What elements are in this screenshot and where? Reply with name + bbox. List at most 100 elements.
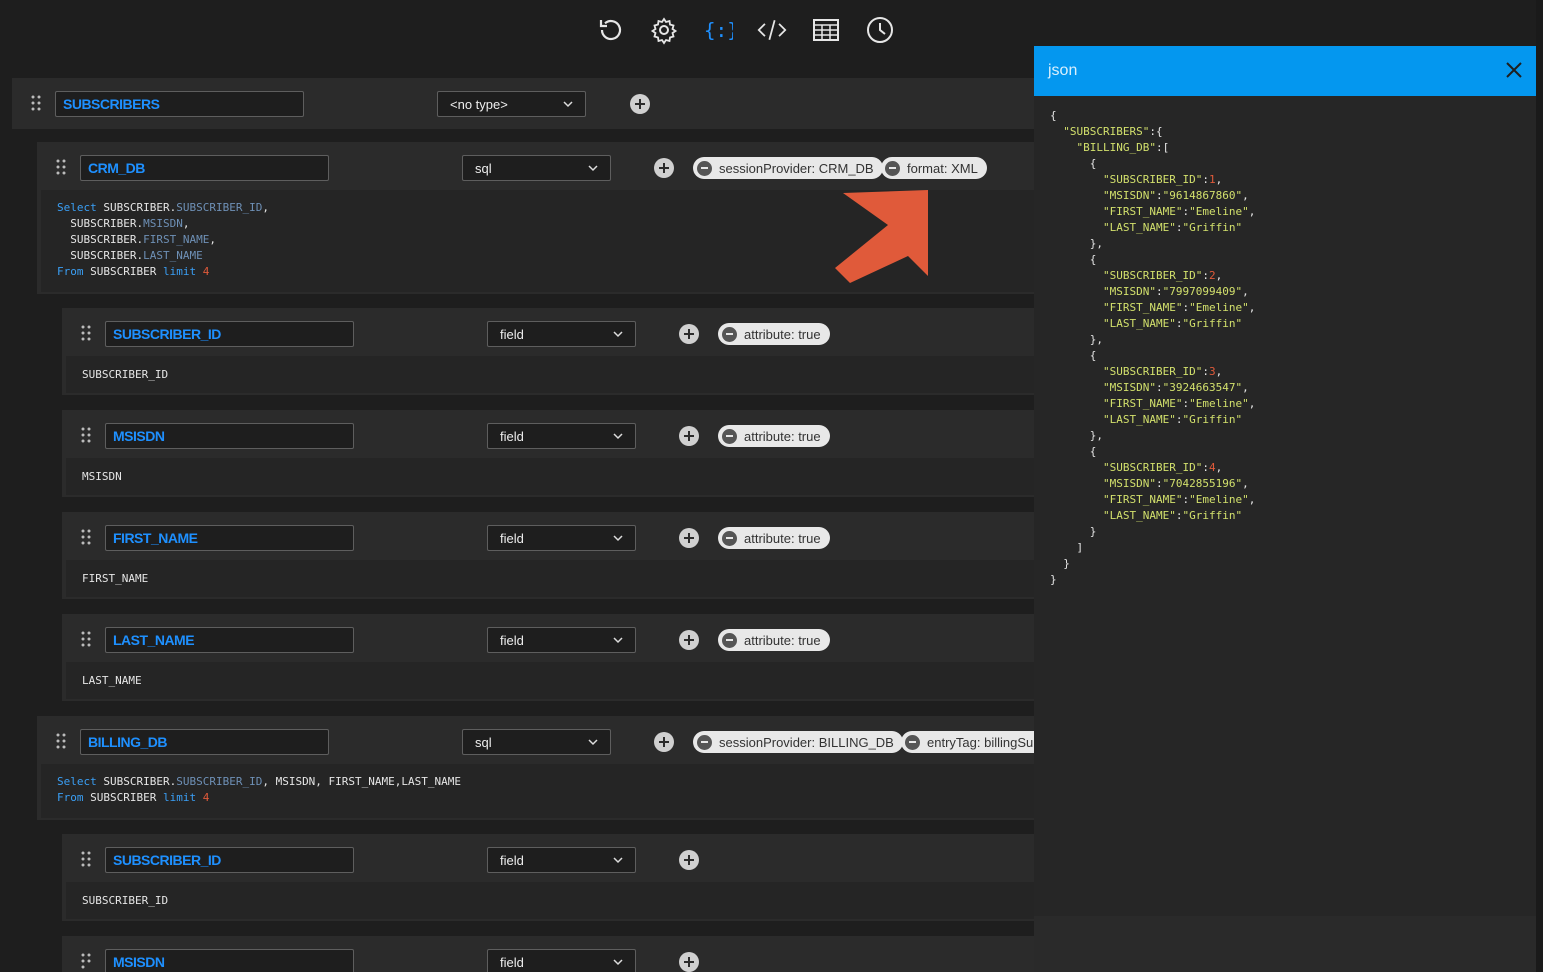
property-chip[interactable]: format: XML (881, 157, 987, 179)
property-chip[interactable]: entryTag: billingSub (901, 731, 1041, 753)
drag-handle-icon[interactable] (80, 325, 92, 341)
node-type-select[interactable]: field (487, 525, 636, 551)
drag-handle-icon[interactable] (80, 851, 92, 867)
json-view-button[interactable]: {:} (698, 10, 738, 50)
field-editor[interactable]: FIRST_NAME (66, 560, 1034, 597)
node-name-input[interactable]: SUBSCRIBERS (55, 91, 304, 117)
json-panel-footer (1034, 916, 1536, 972)
drag-handle-icon[interactable] (30, 95, 42, 111)
chevron-down-icon (613, 331, 623, 338)
node-type-select[interactable]: field (487, 321, 636, 347)
property-chip[interactable]: attribute: true (718, 629, 830, 651)
field-code: MSISDN (82, 470, 122, 483)
remove-chip-icon[interactable] (722, 326, 737, 342)
field-code: LAST_NAME (82, 674, 142, 687)
root-node: SUBSCRIBERS <no type> (12, 78, 1034, 129)
field-editor[interactable]: SUBSCRIBER_ID (66, 882, 1034, 919)
history-button[interactable] (860, 10, 900, 50)
chevron-down-icon (613, 959, 623, 966)
node-name-input[interactable]: BILLING_DB (80, 729, 329, 755)
drag-handle-icon[interactable] (80, 427, 92, 443)
field-node-msisdn: MSISDN field attribute: true MSISDN (62, 410, 1034, 497)
field-code: SUBSCRIBER_ID (82, 894, 169, 907)
remove-chip-icon[interactable] (905, 734, 920, 750)
table-icon (813, 19, 839, 41)
chip-label: attribute: true (744, 530, 821, 546)
table-view-button[interactable] (806, 10, 846, 50)
property-chip[interactable]: attribute: true (718, 425, 830, 447)
add-property-button[interactable] (654, 732, 674, 752)
property-chip[interactable]: sessionProvider: BILLING_DB (693, 731, 903, 753)
remove-chip-icon[interactable] (885, 160, 900, 176)
node-type-select[interactable]: <no type> (437, 91, 586, 117)
field-code: SUBSCRIBER_ID (82, 368, 169, 381)
code-icon (757, 20, 787, 40)
drag-handle-icon[interactable] (80, 631, 92, 647)
refresh-button[interactable] (590, 10, 630, 50)
node-type-select[interactable]: field (487, 949, 636, 972)
drag-handle-icon[interactable] (55, 733, 67, 749)
field-editor[interactable]: SUBSCRIBER_ID (66, 356, 1034, 393)
node-type-value: field (500, 853, 524, 868)
chip-label: entryTag: billingSub (927, 734, 1041, 750)
remove-chip-icon[interactable] (722, 632, 737, 648)
add-property-button[interactable] (679, 324, 699, 344)
node-type-select[interactable]: sql (462, 729, 611, 755)
history-icon (867, 17, 893, 43)
node-type-value: field (500, 531, 524, 546)
add-child-button[interactable] (630, 94, 650, 114)
field-code: FIRST_NAME (82, 572, 149, 585)
refresh-icon (599, 19, 622, 41)
billing-field-node-subscriber-id: SUBSCRIBER_ID field SUBSCRIBER_ID (62, 834, 1034, 921)
close-icon[interactable] (1504, 60, 1524, 80)
node-name-input[interactable]: LAST_NAME (105, 627, 354, 653)
field-node-subscriber-id: SUBSCRIBER_ID field attribute: true SUBS… (62, 308, 1034, 395)
remove-chip-icon[interactable] (722, 530, 737, 546)
node-type-select[interactable]: field (487, 847, 636, 873)
node-type-value: field (500, 955, 524, 970)
remove-chip-icon[interactable] (722, 428, 737, 444)
node-name-input[interactable]: MSISDN (105, 949, 354, 972)
chevron-down-icon (613, 637, 623, 644)
remove-chip-icon[interactable] (697, 734, 712, 750)
add-property-button[interactable] (654, 158, 674, 178)
billing-db-node: BILLING_DB sql sessionProvider: BILLING_… (37, 716, 1041, 820)
node-name-input[interactable]: CRM_DB (80, 155, 329, 181)
node-name-input[interactable]: FIRST_NAME (105, 525, 354, 551)
node-type-select[interactable]: field (487, 627, 636, 653)
remove-chip-icon[interactable] (697, 160, 712, 176)
drag-handle-icon[interactable] (80, 953, 92, 969)
node-type-select[interactable]: sql (462, 155, 611, 181)
json-panel: json { "SUBSCRIBERS":{ "BILLING_DB":[ { … (1034, 46, 1536, 972)
add-property-button[interactable] (679, 528, 699, 548)
json-panel-header: json (1034, 46, 1536, 96)
svg-text:{:}: {:} (704, 19, 733, 42)
node-name-input[interactable]: SUBSCRIBER_ID (105, 847, 354, 873)
drag-handle-icon[interactable] (80, 529, 92, 545)
chevron-down-icon (588, 165, 598, 172)
field-editor[interactable]: MSISDN (66, 458, 1034, 495)
json-output: { "SUBSCRIBERS":{ "BILLING_DB":[ { "SUBS… (1050, 109, 1256, 586)
node-type-select[interactable]: field (487, 423, 636, 449)
add-property-button[interactable] (679, 426, 699, 446)
node-type-value: sql (475, 161, 492, 176)
add-property-button[interactable] (679, 850, 699, 870)
settings-button[interactable] (644, 10, 684, 50)
toolbar: {:} (590, 10, 900, 50)
property-chip[interactable]: sessionProvider: CRM_DB (693, 157, 883, 179)
sql-editor[interactable]: Select SUBSCRIBER.SUBSCRIBER_ID, MSISDN,… (41, 764, 1034, 818)
chip-label: format: XML (907, 160, 978, 176)
window-edge (1536, 0, 1543, 972)
node-name-input[interactable]: MSISDN (105, 423, 354, 449)
code-view-button[interactable] (752, 10, 792, 50)
add-property-button[interactable] (679, 952, 699, 972)
sql-code: Select SUBSCRIBER.SUBSCRIBER_ID, MSISDN,… (57, 775, 462, 804)
settings-icon (650, 17, 678, 45)
add-property-button[interactable] (679, 630, 699, 650)
drag-handle-icon[interactable] (55, 159, 67, 175)
property-chip[interactable]: attribute: true (718, 527, 830, 549)
node-type-value: field (500, 429, 524, 444)
property-chip[interactable]: attribute: true (718, 323, 830, 345)
field-editor[interactable]: LAST_NAME (66, 662, 1034, 699)
node-name-input[interactable]: SUBSCRIBER_ID (105, 321, 354, 347)
